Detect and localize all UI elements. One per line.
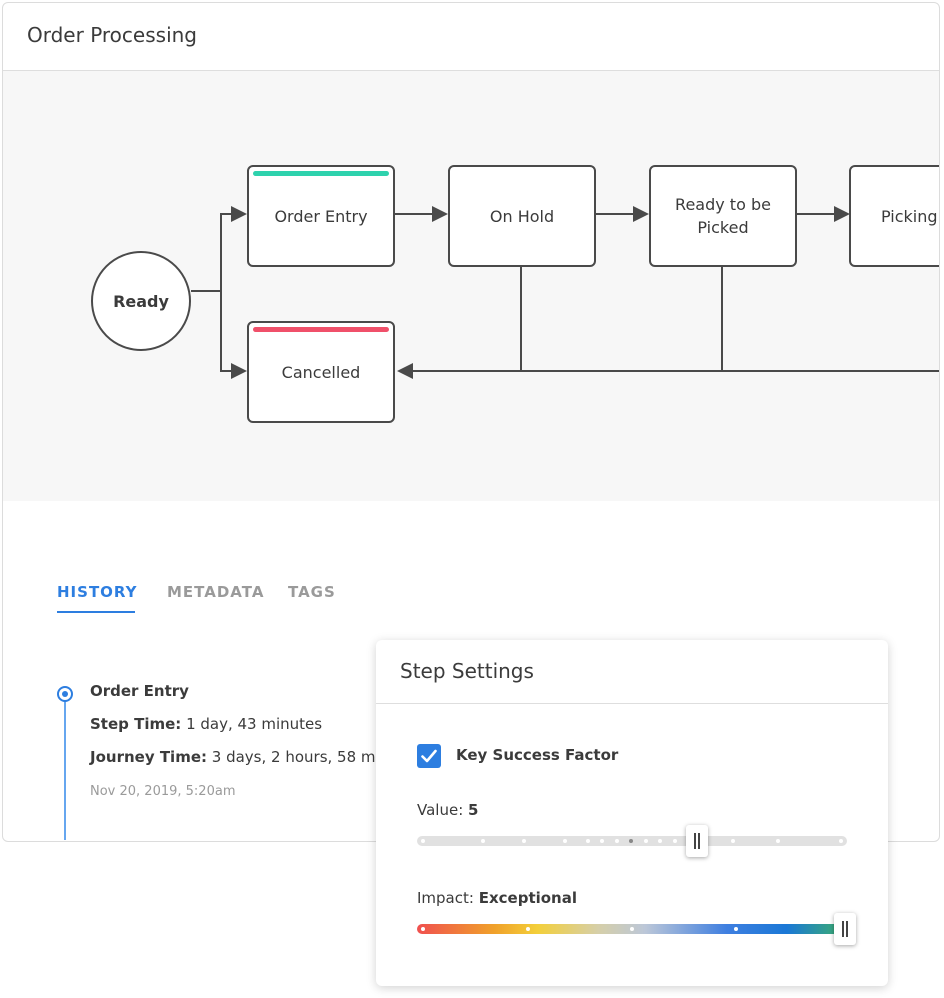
tab-tags[interactable]: TAGS [288, 583, 336, 601]
timeline-dot-icon [57, 686, 73, 702]
active-tab-indicator [57, 611, 135, 613]
slider-tick [522, 839, 526, 843]
history-step-time: Step Time: 1 day, 43 minutes [90, 715, 322, 733]
value-label: Value: [417, 801, 464, 819]
node-ready-to-be-picked[interactable]: Ready to be Picked [649, 165, 797, 267]
slider-tick [658, 839, 662, 843]
impact-label: Impact: [417, 889, 474, 907]
slider-tick [644, 839, 648, 843]
slider-tick [586, 839, 590, 843]
connector-to-cancelled [220, 291, 247, 379]
journey-time-label: Journey Time: [90, 748, 207, 766]
slider-tick [421, 927, 425, 931]
slider-tick [481, 839, 485, 843]
slider-tick [734, 927, 738, 931]
step-time-label: Step Time: [90, 715, 182, 733]
value-slider[interactable] [417, 836, 847, 846]
slider-tick [673, 839, 677, 843]
slider-tick [615, 839, 619, 843]
node-cancelled[interactable]: Cancelled [247, 321, 395, 423]
impact-field-label: Impact: Exceptional [417, 889, 577, 907]
value-slider-handle[interactable] [685, 825, 708, 857]
slider-tick [776, 839, 780, 843]
timeline-line [64, 694, 66, 840]
value-field-label: Value: 5 [417, 801, 478, 819]
popover-title: Step Settings [400, 659, 534, 683]
step-settings-popover: Step Settings Key Success Factor Value: … [376, 640, 888, 986]
history-entry-title: Order Entry [90, 682, 189, 700]
popover-header: Step Settings [376, 640, 888, 704]
node-label: On Hold [489, 206, 555, 226]
node-on-hold[interactable]: On Hold [448, 165, 596, 267]
tab-metadata[interactable]: METADATA [167, 583, 264, 601]
node-order-entry[interactable]: Order Entry [247, 165, 395, 267]
impact-slider[interactable] [417, 924, 847, 934]
step-time-value: 1 day, 43 minutes [186, 715, 323, 733]
start-node-ready[interactable]: Ready [91, 251, 191, 351]
workflow-canvas: Ready Order Entry On Hold Ready to be Pi… [3, 71, 939, 501]
history-entry-date: Nov 20, 2019, 5:20am [90, 784, 236, 799]
success-status-bar [253, 171, 389, 176]
slider-tick [630, 927, 634, 931]
key-success-factor-checkbox[interactable] [417, 744, 441, 768]
node-picking[interactable]: Picking [849, 165, 939, 267]
slider-tick [731, 839, 735, 843]
node-label: Order Entry [274, 206, 368, 226]
card-header: Order Processing [3, 3, 939, 71]
slider-tick [839, 839, 843, 843]
slider-tick [526, 927, 530, 931]
impact-slider-handle[interactable] [834, 913, 856, 945]
page-title: Order Processing [27, 23, 197, 47]
node-label: Ready to be Picked [675, 195, 771, 237]
slider-tick [600, 839, 604, 843]
connector-to-order-entry [220, 206, 247, 291]
value-current: 5 [468, 801, 479, 819]
cancel-status-bar [253, 327, 389, 332]
journey-time-value: 3 days, 2 hours, 58 m [211, 748, 376, 766]
tab-history[interactable]: HISTORY [57, 583, 138, 601]
start-node-label: Ready [113, 291, 169, 311]
node-label: Cancelled [281, 362, 361, 382]
checkmark-icon [421, 749, 437, 763]
slider-tick [563, 839, 567, 843]
key-success-factor-label: Key Success Factor [456, 746, 619, 764]
node-label: Picking [881, 206, 938, 226]
slider-tick-current [629, 839, 633, 843]
history-journey-time: Journey Time: 3 days, 2 hours, 58 m [90, 748, 376, 766]
impact-current: Exceptional [478, 889, 578, 907]
slider-tick [421, 839, 425, 843]
